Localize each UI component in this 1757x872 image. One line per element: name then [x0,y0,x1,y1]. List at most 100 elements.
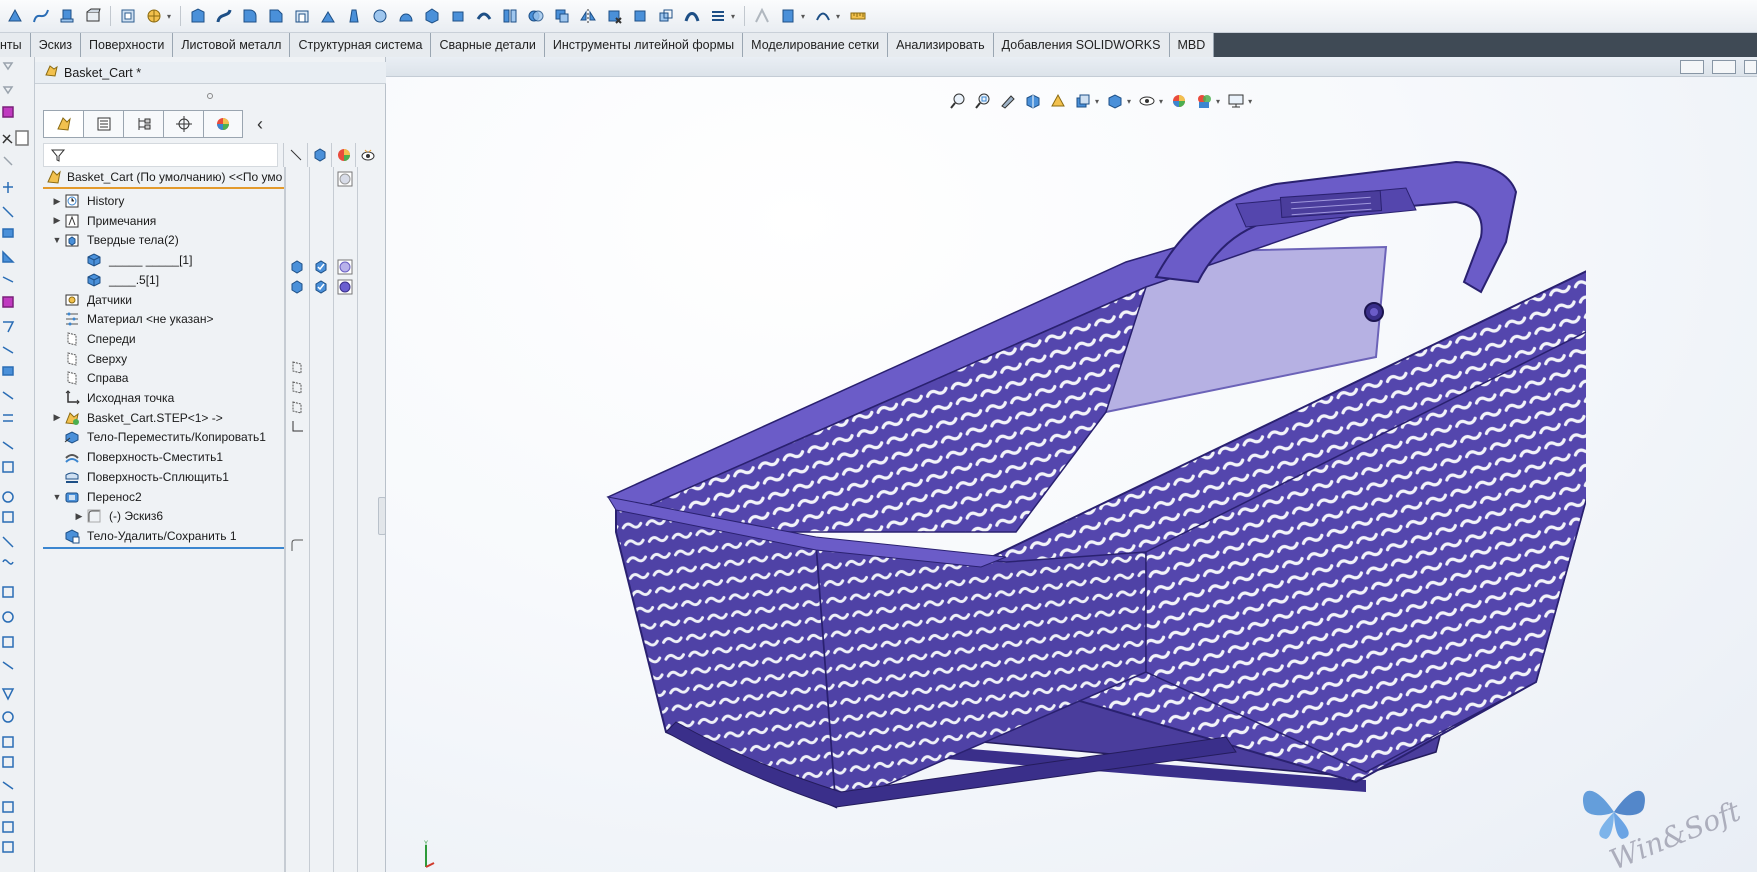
loft-icon[interactable] [213,5,235,27]
draft-icon[interactable] [343,5,365,27]
tree-item[interactable]: _____ _____[1] [73,250,192,270]
expand-arrow-icon[interactable]: ▶ [51,412,63,423]
expand-arrow-icon[interactable]: ▶ [51,196,63,207]
dome-icon[interactable] [395,5,417,27]
intersect-icon[interactable] [551,5,573,27]
apply-scene-caret-icon[interactable]: ▾ [1216,97,1220,106]
fillet-icon[interactable] [239,5,261,27]
tree-root-part[interactable]: Basket_Cart (По умолчанию) <<По умо [43,167,284,189]
move-body-icon[interactable] [629,5,651,27]
top-plane-visibility-icon[interactable] [287,377,307,397]
revolve-icon[interactable] [421,5,443,27]
tree-item[interactable]: ▶ Basket_Cart.STEP<1> -> [51,408,223,428]
wrap-icon[interactable] [369,5,391,27]
tree-item[interactable]: Тело-Переместить/Копировать1 [51,427,266,447]
expand-arrow-icon[interactable]: ▶ [51,215,63,226]
tree-item[interactable]: Поверхность-Сплющить1 [51,467,229,487]
edit-appearance-icon[interactable] [1169,91,1189,111]
tree-item[interactable]: Поверхность-Сместить1 [51,447,223,467]
zoom-to-area-icon[interactable] [973,91,993,111]
view-settings-icon[interactable] [1226,91,1246,111]
rib-icon[interactable] [317,5,339,27]
tab-sketch[interactable]: Эскиз [30,33,82,57]
document-tab[interactable]: Basket_Cart * [35,62,386,84]
tree-item[interactable]: Датчики [51,290,132,310]
cut-icon[interactable] [117,5,139,27]
shell-icon[interactable] [291,5,313,27]
root-appearance-swatch-icon[interactable] [335,169,355,189]
tree-item[interactable]: ▶ Примечания [51,211,157,231]
view-orientation-caret-icon[interactable]: ▾ [1095,97,1099,106]
appearance-column-icon[interactable] [331,143,355,167]
hide-show-caret-icon[interactable]: ▾ [1159,97,1163,106]
tab-mesh-modeling[interactable]: Моделирование сетки [743,33,889,57]
tab-configurationmanager[interactable] [123,110,163,138]
previous-view-icon[interactable] [998,91,1018,111]
panel-splitter-handle[interactable] [207,93,213,99]
tab-sheet-metal[interactable]: Листовой металл [173,33,291,57]
apply-scene-icon[interactable] [1194,91,1214,111]
tab-mold-tools[interactable]: Инструменты литейной формы [544,33,744,57]
panel-resize-grip[interactable] [378,497,386,535]
body1-visibility-icon[interactable] [287,257,307,277]
tab-weldments[interactable]: Сварные детали [431,33,545,57]
basket-cart-model[interactable] [586,112,1586,812]
solid-body-column-icon[interactable] [307,143,331,167]
view-orientation-icon[interactable] [1073,91,1093,111]
tree-item[interactable]: ▼ Перенос2 [51,487,142,507]
origin-visibility-icon[interactable] [287,417,307,437]
front-plane-visibility-icon[interactable] [287,357,307,377]
pattern-icon[interactable] [143,5,165,27]
graphics-area[interactable]: ▾ ▾ ▾ ▾ ▾ Y Win&Soft [386,57,1757,872]
tree-item[interactable]: Справа [51,368,128,388]
tab-solidworks-addins[interactable]: Добавления SOLIDWORKS [993,33,1170,57]
curve-tool-icon[interactable] [30,5,52,27]
body2-visibility-icon[interactable] [287,277,307,297]
tile-windows-button[interactable] [1680,60,1704,74]
tab-displaymanager[interactable] [203,110,243,138]
tree-item[interactable]: Материал <не указан> [51,309,213,329]
sweep-icon[interactable] [187,5,209,27]
tab-structure-system[interactable]: Структурная система [290,33,432,57]
expand-arrow-icon[interactable]: ▶ [73,511,85,522]
flex-icon[interactable] [681,5,703,27]
sketch-tool-icon[interactable] [4,5,26,27]
tab-mbd[interactable]: MBD [1169,33,1215,57]
sketch6-visibility-icon[interactable] [287,535,307,555]
tab-featuremanager[interactable] [43,110,83,138]
tree-item[interactable]: Исходная точка [51,388,174,408]
boss-icon[interactable] [82,5,104,27]
zoom-to-fit-icon[interactable] [948,91,968,111]
body2-appearance-swatch-icon[interactable] [335,277,355,297]
combine-icon[interactable] [525,5,547,27]
split-view-button[interactable] [1712,60,1736,74]
tab-surfaces[interactable]: Поверхности [81,33,174,57]
extrude-icon[interactable] [56,5,78,27]
tree-item[interactable]: ▼ Твердые тела(2) [51,230,179,250]
tab-tools[interactable]: нты [0,33,31,57]
tree-item[interactable]: ____.5[1] [73,270,159,290]
delete-body-icon[interactable] [603,5,625,27]
chamfer-icon[interactable] [265,5,287,27]
indent-icon[interactable] [707,5,729,27]
collapse-arrow-icon[interactable]: ▼ [51,492,63,502]
mirror-icon[interactable] [577,5,599,27]
right-plane-visibility-icon[interactable] [287,397,307,417]
display-style-caret-icon[interactable]: ▾ [1127,97,1131,106]
collapse-arrow-icon[interactable]: ▼ [51,235,63,245]
display-style-icon[interactable] [1105,91,1125,111]
sketch-line-column-icon[interactable] [283,143,307,167]
deform-icon[interactable] [751,5,773,27]
tree-item[interactable]: Тело-Удалить/Сохранить 1 [51,526,237,546]
ruler-icon[interactable] [847,5,869,27]
tree-item[interactable]: Сверху [51,349,127,369]
tree-item[interactable]: Спереди [51,329,136,349]
window-menu-button[interactable] [1744,60,1757,74]
tab-propertymanager[interactable] [83,110,123,138]
rollback-bar[interactable] [43,546,284,549]
hide-show-items-icon[interactable] [1137,91,1157,111]
tree-item[interactable]: ▶ History [51,191,125,211]
measure-icon[interactable] [812,5,834,27]
hide-show-column-icon[interactable] [355,143,379,167]
move-face-icon[interactable] [447,5,469,27]
